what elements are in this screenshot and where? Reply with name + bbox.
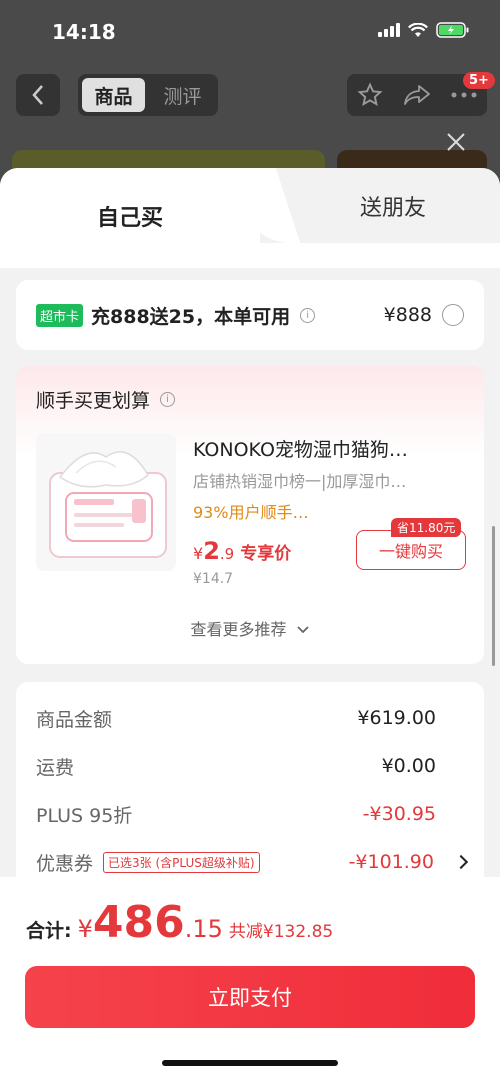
chevron-left-icon bbox=[32, 85, 43, 105]
home-indicator bbox=[162, 1060, 338, 1066]
total-savings: 共减¥132.85 bbox=[228, 922, 334, 942]
product-subtitle: 店铺热销湿巾榜一|加厚湿巾… bbox=[193, 472, 407, 491]
summary-row-shipping: 运费 ¥0.00 bbox=[36, 755, 436, 779]
total-row: 合计: ¥ 486 .15 共减¥132.85 bbox=[26, 897, 334, 948]
add-on-title: 顺手买更划算 i bbox=[36, 386, 464, 413]
signal-icon bbox=[378, 23, 400, 37]
tab-review[interactable]: 测评 bbox=[151, 78, 214, 112]
star-icon[interactable] bbox=[357, 82, 383, 108]
supermarket-card-row[interactable]: 超市卡 充888送25，本单可用 i ¥888 bbox=[16, 280, 484, 350]
chevron-down-icon bbox=[296, 626, 309, 634]
scrollbar[interactable] bbox=[492, 526, 495, 666]
more-icon[interactable] bbox=[451, 91, 477, 99]
product-name: KONOKO宠物湿巾猫狗… bbox=[193, 439, 408, 461]
price-summary-card: 商品金额 ¥619.00 运费 ¥0.00 PLUS 95折 -¥30.95 优… bbox=[16, 682, 484, 892]
share-icon[interactable] bbox=[403, 83, 431, 107]
pay-now-button[interactable]: 立即支付 bbox=[25, 966, 475, 1028]
info-icon[interactable]: i bbox=[300, 307, 316, 323]
status-bar: 14:18 bbox=[0, 0, 500, 64]
sheet-tabs: 自己买 送朋友 bbox=[0, 168, 500, 268]
summary-row-plus-discount: PLUS 95折 -¥30.95 bbox=[36, 803, 436, 827]
summary-row-subtotal: 商品金额 ¥619.00 bbox=[36, 707, 436, 731]
supermarket-card-text: 充888送25，本单可用 bbox=[91, 305, 291, 328]
product-price: ¥ 2 .9 专享价 bbox=[193, 537, 292, 565]
chevron-right-icon bbox=[453, 854, 469, 870]
nav-tabs: 商品 测评 bbox=[78, 74, 218, 116]
add-on-card: 顺手买更划算 i KONOKO宠物湿巾猫狗… 店铺热销湿巾榜一|加厚湿巾… 93… bbox=[16, 366, 484, 664]
coupon-tag: 已选3张 (含PLUS超级补贴) bbox=[103, 851, 260, 873]
product-rate: 93%用户顺手… bbox=[193, 503, 309, 522]
battery-icon bbox=[436, 22, 470, 38]
add-on-product[interactable]: KONOKO宠物湿巾猫狗… 店铺热销湿巾榜一|加厚湿巾… 93%用户顺手… ¥ … bbox=[36, 433, 466, 593]
notification-badge: 5+ bbox=[463, 72, 495, 89]
original-price: ¥14.7 bbox=[193, 571, 234, 587]
checkout-footer: 合计: ¥ 486 .15 共减¥132.85 立即支付 bbox=[0, 877, 500, 1083]
more-recommendations-link[interactable]: 查看更多推荐 bbox=[16, 616, 484, 640]
close-icon[interactable] bbox=[444, 130, 468, 154]
tab-send-to-friend[interactable]: 送朋友 bbox=[260, 168, 500, 243]
back-button[interactable] bbox=[16, 74, 60, 116]
tab-product[interactable]: 商品 bbox=[82, 78, 145, 112]
supermarket-card-radio[interactable] bbox=[442, 304, 464, 326]
status-icons bbox=[378, 22, 470, 38]
savings-tag: 省11.80元 bbox=[391, 518, 462, 537]
wifi-icon bbox=[408, 22, 428, 38]
tab-buy-for-self[interactable]: 自己买 bbox=[0, 168, 260, 268]
product-image[interactable] bbox=[36, 433, 176, 571]
info-icon[interactable]: i bbox=[160, 392, 176, 407]
supermarket-card-price: ¥888 bbox=[383, 304, 432, 326]
status-time: 14:18 bbox=[52, 20, 116, 44]
supermarket-card-tag: 超市卡 bbox=[36, 303, 84, 327]
